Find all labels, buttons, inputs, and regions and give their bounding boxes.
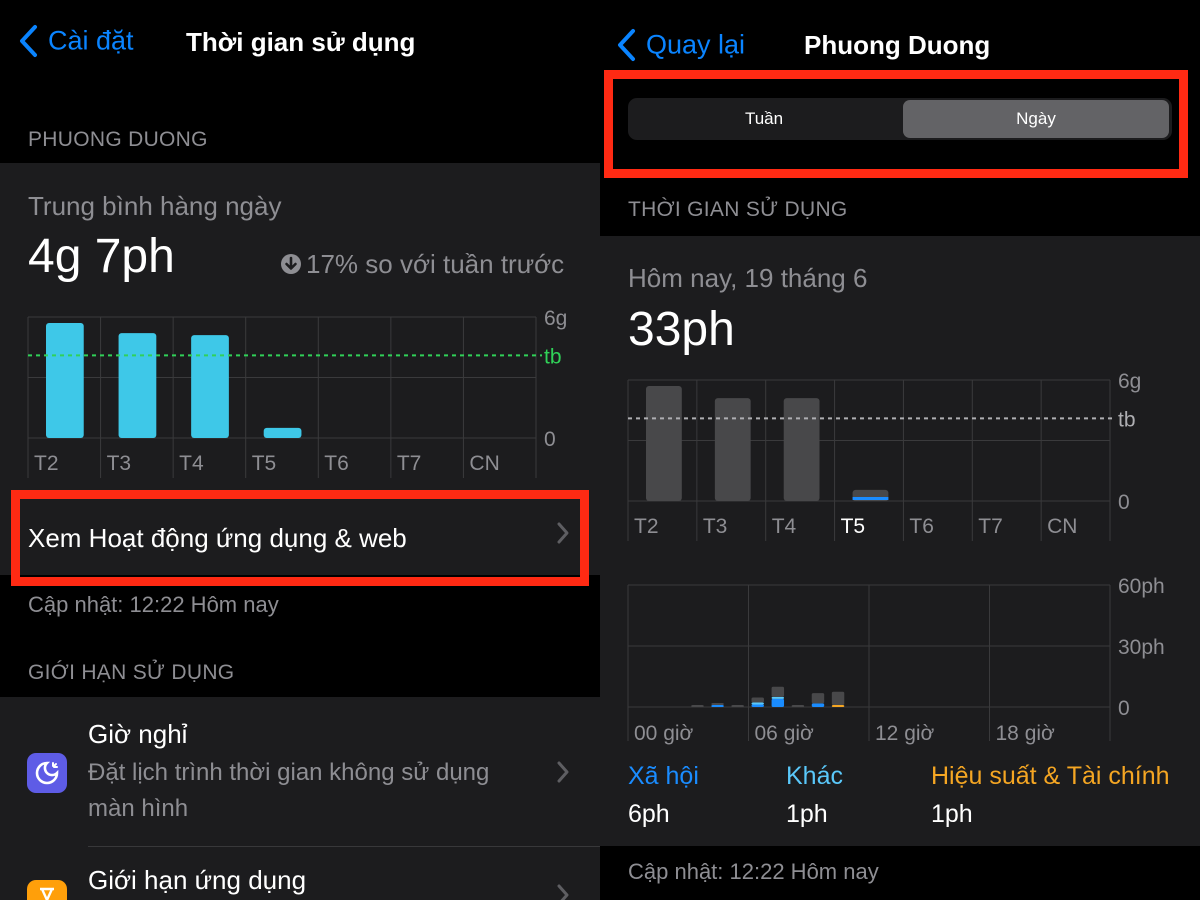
bar-t2 (46, 323, 84, 438)
category-social-label: Xã hội (628, 762, 699, 790)
hour-bar-10 (831, 704, 845, 707)
hour-bar-6 (751, 704, 764, 707)
x-tick-label: 18 giờ (996, 722, 1056, 745)
bar-t3 (118, 333, 157, 438)
updated-timestamp: Cập nhật: 12:22 Hôm nay (28, 592, 279, 617)
hour-bar-9 (811, 693, 825, 704)
y-tick-label: 30ph (1118, 636, 1165, 659)
hour-bar-8 (791, 705, 805, 707)
hourglass-icon (27, 880, 67, 900)
user-section-header: PHUONG DUONG (28, 128, 208, 151)
period-segmented-control: Tuần Ngày (628, 98, 1172, 140)
y-tick-label: 6g (544, 307, 567, 330)
downtime-subtitle-line1: Đặt lịch trình thời gian không sử dụng (88, 759, 490, 786)
category-other-value: 1ph (786, 800, 828, 828)
downtime-title: Giờ nghỉ (88, 719, 188, 749)
updated-timestamp: Cập nhật: 12:22 Hôm nay (628, 859, 879, 884)
x-tick-label: T3 (107, 452, 132, 475)
hour-bar-7 (771, 686, 785, 697)
back-button[interactable]: Cài đặt (18, 24, 134, 58)
y-tick-label: 0 (544, 428, 556, 451)
x-tick-label: 06 giờ (755, 722, 815, 745)
x-tick-label: T6 (324, 452, 349, 475)
downtime-subtitle-line2: màn hình (88, 795, 189, 822)
app-limits-title: Giới hạn ứng dụng (88, 865, 307, 895)
hour-bar-10 (831, 691, 845, 705)
category-productivity-label: Hiệu suất & Tài chính (931, 762, 1170, 790)
category-productivity-value: 1ph (931, 800, 973, 828)
limits-section-header: GIỚI HẠN SỬ DỤNG (28, 661, 235, 684)
x-tick-label: T4 (179, 452, 204, 475)
screen-time-panel: Cài đặt Thời gian sử dụng PHUONG DUONG T… (0, 0, 600, 900)
hour-bar-6 (751, 702, 764, 705)
downtime-row[interactable]: Giờ nghỉ Đặt lịch trình thời gian không … (0, 697, 600, 847)
x-tick-label: CN (469, 452, 499, 475)
back-button-label: Cài đặt (48, 25, 134, 56)
page-title: Thời gian sử dụng (186, 27, 416, 57)
y-tick-label: 0 (1118, 697, 1130, 720)
chevron-left-icon (20, 25, 37, 57)
hour-bar-6 (751, 697, 764, 703)
bar-t5 (263, 427, 302, 438)
segment-day[interactable]: Ngày (903, 100, 1169, 138)
x-tick-label: 00 giờ (634, 722, 694, 745)
x-tick-label: T7 (397, 452, 422, 475)
segment-week[interactable]: Tuần (628, 98, 900, 140)
weekly-usage-chart: T2 T3 T4 T5 T6 T7 CN tb 6g 0 (27, 307, 567, 478)
category-other-label: Khác (786, 762, 843, 790)
downtime-icon (27, 753, 67, 793)
hour-bar-4 (711, 705, 724, 707)
hour-bar-7 (771, 696, 785, 699)
limits-list: Giờ nghỉ Đặt lịch trình thời gian không … (0, 697, 600, 900)
x-tick-label: T2 (34, 452, 59, 475)
view-activity-link[interactable]: Xem Hoạt động ứng dụng & web (28, 523, 407, 554)
bar-t4 (191, 335, 229, 438)
y-tick-label: 60ph (1118, 575, 1165, 598)
average-label: tb (544, 345, 562, 368)
chevron-right-icon (556, 520, 570, 552)
hour-bar-5 (731, 705, 744, 707)
category-social-value: 6ph (628, 800, 670, 828)
hour-bar-9 (811, 703, 825, 707)
hour-bar-3 (691, 705, 704, 707)
hour-bar-7 (771, 698, 785, 707)
hour-bar-4 (711, 703, 724, 705)
chevron-right-icon (556, 760, 570, 789)
x-tick-label: T5 (252, 452, 277, 475)
app-limits-row[interactable]: Giới hạn ứng dụng (0, 847, 600, 900)
chevron-right-icon (556, 883, 570, 900)
x-tick-label: 12 giờ (875, 722, 935, 745)
